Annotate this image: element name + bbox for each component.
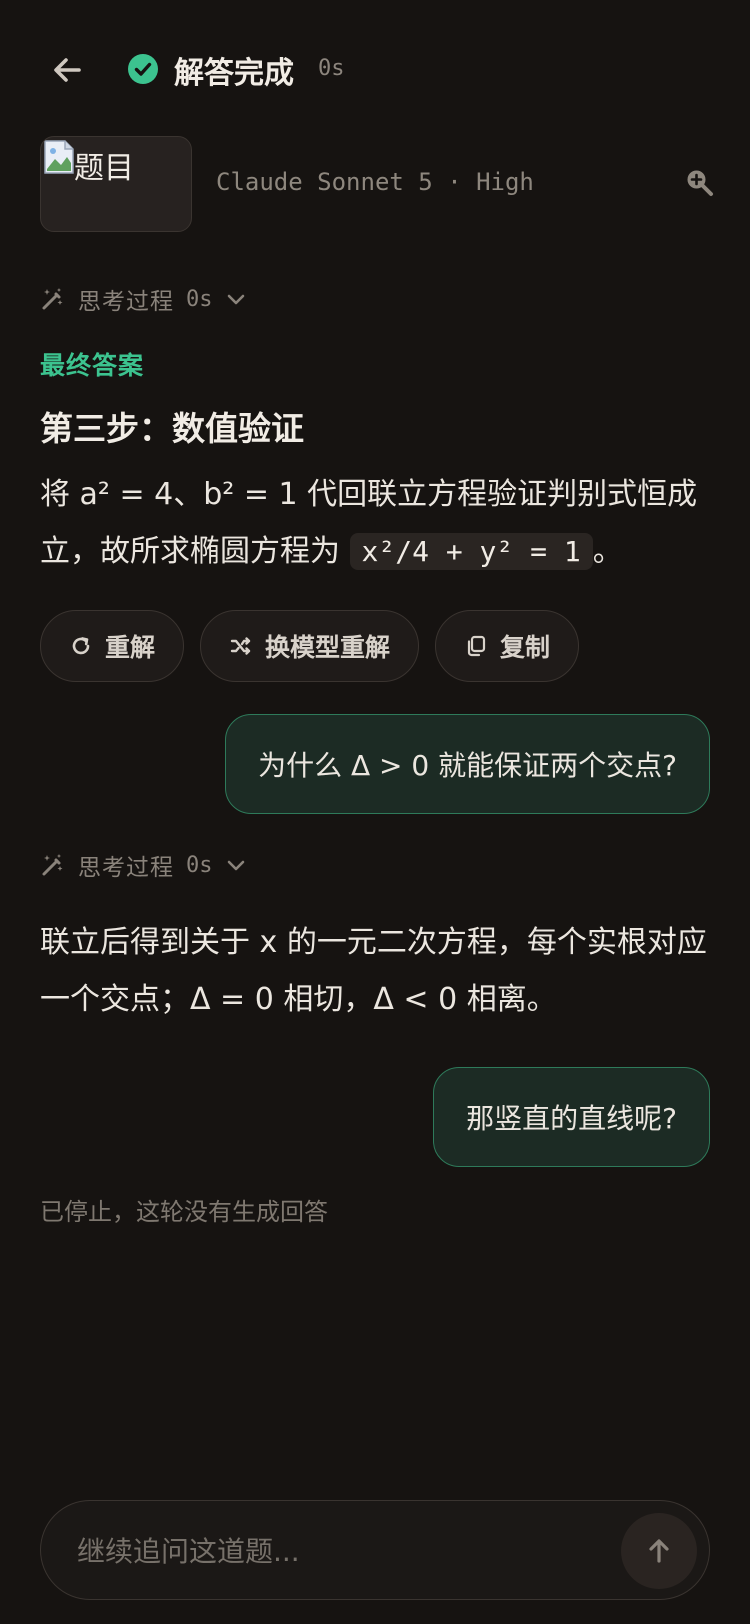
user-message: 为什么 Δ > 0 就能保证两个交点? [225, 714, 710, 814]
chevron-down-icon [227, 860, 244, 871]
thumbnail-alt-text: 题目 [74, 151, 134, 186]
final-answer-label: 最终答案 [40, 351, 145, 380]
answer-text: 将 a² = 4、b² = 1 代回联立方程验证判别式恒成立，故所求椭圆方程为 … [40, 466, 710, 580]
shuffle-icon [230, 637, 251, 655]
thinking-toggle[interactable]: 思考过程 0s [40, 849, 247, 881]
thinking-toggle[interactable]: 思考过程 0s [40, 283, 247, 315]
broken-image-icon [44, 140, 74, 174]
answer-actions: 重解 换模型重解 复制 [40, 610, 580, 682]
thinking-label: 思考过程 [78, 289, 174, 315]
switch-model-label: 换模型重解 [265, 633, 391, 662]
thinking-time: 0s [186, 286, 213, 312]
arrow-left-icon [54, 58, 81, 82]
top-bar: 解答完成 0s [0, 36, 750, 102]
thinking-label: 思考过程 [78, 855, 174, 881]
copy-icon [467, 635, 486, 657]
copy-button[interactable]: 复制 [435, 610, 580, 682]
answer-formula: x²/4 + y² = 1 [349, 533, 593, 570]
composer [40, 1500, 710, 1600]
chevron-down-icon [227, 294, 244, 305]
switch-model-button[interactable]: 换模型重解 [200, 610, 420, 682]
model-label: Claude Sonnet 5 · High [216, 168, 534, 196]
user-message-text: 那竖直的直线呢? [466, 1102, 677, 1135]
zoom-in-icon [687, 170, 713, 196]
back-button[interactable] [48, 50, 88, 90]
retry-button[interactable]: 重解 [40, 610, 185, 682]
page-title: 解答完成 [174, 56, 294, 91]
send-button[interactable] [621, 1513, 697, 1589]
refresh-icon [72, 637, 90, 655]
follow-up-input[interactable] [77, 1529, 597, 1573]
copy-label: 复制 [500, 633, 551, 662]
answer-text-after: 。 [592, 534, 623, 569]
check-circle-icon [128, 54, 158, 84]
status-indicator [127, 53, 159, 85]
thinking-time: 0s [186, 852, 213, 878]
retry-label: 重解 [105, 633, 156, 662]
magic-wand-icon [42, 854, 63, 876]
magic-wand-icon [42, 288, 63, 310]
assistant-message: 联立后得到关于 x 的一元二次方程，每个实根对应一个交点；Δ = 0 相切，Δ … [40, 925, 707, 1017]
stopped-notice: 已停止，这轮没有生成回答 [40, 1198, 328, 1226]
zoom-button[interactable] [684, 167, 714, 197]
question-thumbnail[interactable]: 题目 [40, 136, 192, 232]
user-message-text: 为什么 Δ > 0 就能保证两个交点? [258, 749, 677, 782]
step-title: 第三步：数值验证 [40, 409, 304, 448]
elapsed-time: 0s [318, 56, 345, 81]
arrow-up-icon [649, 1539, 669, 1563]
user-message: 那竖直的直线呢? [433, 1067, 710, 1167]
